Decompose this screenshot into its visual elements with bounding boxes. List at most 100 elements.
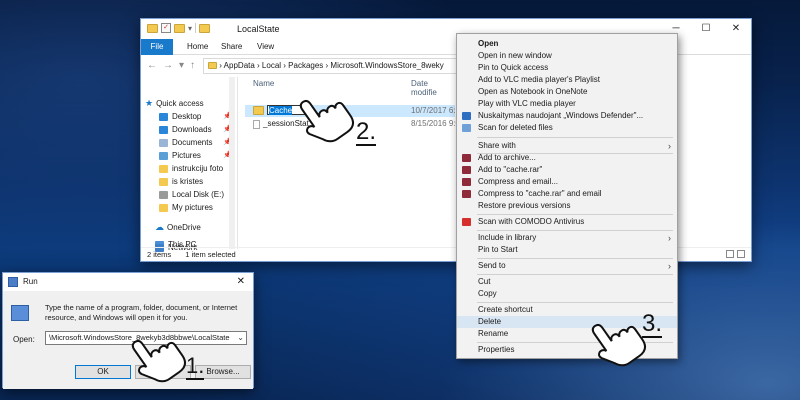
step-number-2: 2. (356, 118, 377, 146)
sidebar-item-downloads[interactable]: Downloads 📌 (159, 123, 232, 136)
navigation-pane: ★ Quick access Desktop 📌 Downloads 📌 Doc… (141, 77, 237, 249)
view-toggle (726, 250, 745, 258)
tab-file[interactable]: File (141, 39, 173, 55)
tab-share[interactable]: Share (213, 39, 250, 55)
column-header-date[interactable]: Date modifie (411, 79, 455, 97)
menu-separator (477, 230, 673, 231)
sidebar-item-local-disk[interactable]: Local Disk (E:) (159, 188, 224, 201)
step-number-3: 3. (642, 310, 663, 338)
menu-item-compress-rar-email[interactable]: Compress to "cache.rar" and email (457, 188, 677, 200)
sidebar-item-quick-access[interactable]: ★ Quick access (145, 97, 204, 110)
document-icon (159, 138, 168, 147)
menu-separator (477, 214, 673, 215)
chevron-right-icon: › (668, 233, 671, 243)
hand-pointer-icon (131, 339, 187, 383)
file-date: 8/15/2016 9:0 (411, 119, 460, 128)
menu-item-add-cache-rar[interactable]: Add to "cache.rar" (457, 164, 677, 176)
open-label: Open: (13, 335, 35, 344)
menu-item-open[interactable]: Open (457, 38, 677, 50)
antivirus-icon (462, 218, 471, 226)
run-title-bar: Run ✕ (3, 273, 253, 291)
address-bar[interactable]: › AppData › Local › Packages › Microsoft… (203, 58, 483, 74)
desktop-icon (159, 112, 168, 121)
menu-item-vlc-playlist[interactable]: Add to VLC media player's Playlist (457, 74, 677, 86)
navigation-arrows[interactable]: ←→▾↑ (147, 60, 201, 71)
winrar-icon (462, 166, 471, 174)
details-view-icon[interactable] (726, 250, 734, 258)
run-program-icon (11, 305, 29, 321)
menu-separator (477, 302, 673, 303)
menu-item-comodo-scan[interactable]: Scan with COMODO Antivirus (457, 216, 677, 228)
menu-separator (477, 258, 673, 259)
ok-button[interactable]: OK (75, 365, 131, 379)
close-icon[interactable]: ✕ (721, 19, 751, 39)
menu-separator (477, 274, 673, 275)
menu-item-pin-quick-access[interactable]: Pin to Quick access (457, 62, 677, 74)
qat-dropdown-icon[interactable]: ▾ (188, 24, 192, 33)
menu-item-add-archive[interactable]: Add to archive... (457, 152, 677, 164)
folder-icon (159, 203, 168, 212)
folder-icon (253, 105, 264, 115)
menu-item-include-library[interactable]: Include in library › (457, 232, 677, 244)
menu-item-scan-deleted[interactable]: Scan for deleted files (457, 122, 677, 134)
menu-item-compress-email[interactable]: Compress and email... (457, 176, 677, 188)
menu-separator (477, 137, 673, 138)
address-path: › AppData › Local › Packages › Microsoft… (219, 61, 444, 70)
sidebar-item-instrukciju-foto[interactable]: instrukciju foto (159, 162, 223, 175)
menu-item-onenote[interactable]: Open as Notebook in OneNote (457, 86, 677, 98)
folder-icon (147, 23, 158, 33)
close-icon[interactable]: ✕ (237, 273, 245, 291)
chevron-right-icon: › (668, 261, 671, 271)
hand-pointer-icon (299, 99, 355, 143)
divider (195, 23, 197, 33)
sidebar-item-is-kristes[interactable]: is kristes (159, 175, 203, 188)
run-icon (8, 277, 18, 287)
maximize-icon[interactable]: ☐ (691, 19, 721, 39)
menu-item-restore-versions[interactable]: Restore previous versions (457, 200, 677, 212)
menu-item-open-new-window[interactable]: Open in new window (457, 50, 677, 62)
menu-item-send-to[interactable]: Send to › (457, 260, 677, 272)
drive-icon (159, 190, 168, 199)
sidebar-item-desktop[interactable]: Desktop 📌 (159, 110, 232, 123)
run-description: Type the name of a program, folder, docu… (45, 303, 238, 322)
selection-count: 1 item selected (185, 250, 236, 259)
download-icon (159, 125, 168, 134)
sidebar-item-onedrive[interactable]: ☁ OneDrive (155, 221, 201, 234)
winrar-icon (462, 178, 471, 186)
shield-icon (462, 112, 471, 120)
pane-divider[interactable] (237, 77, 238, 249)
large-icons-view-icon[interactable] (737, 250, 745, 258)
run-title: Run (23, 277, 38, 286)
item-count: 2 items (147, 250, 172, 259)
folder-icon (199, 23, 211, 33)
sidebar-scrollbar[interactable] (229, 77, 235, 249)
folder-icon (159, 177, 168, 186)
winrar-icon (462, 190, 471, 198)
menu-item-share-with[interactable]: Share with › (457, 140, 677, 152)
folder-icon (159, 164, 168, 173)
sidebar-item-documents[interactable]: Documents 📌 (159, 136, 232, 149)
star-icon: ★ (145, 98, 154, 108)
chevron-right-icon: › (668, 141, 671, 151)
menu-item-pin-start[interactable]: Pin to Start (457, 244, 677, 256)
chevron-down-icon[interactable]: ⌄ (237, 332, 244, 344)
sidebar-item-pictures[interactable]: Pictures 📌 (159, 149, 232, 162)
file-date: 10/7/2017 6: (411, 106, 456, 115)
new-folder-icon[interactable] (174, 23, 185, 33)
pictures-icon (159, 151, 168, 160)
tab-view[interactable]: View (249, 39, 282, 55)
column-header-name[interactable]: Name (253, 79, 274, 88)
quick-access-toolbar: ✓ ▾ (147, 23, 211, 33)
step-number-1: 1. (186, 353, 205, 380)
window-title: LocalState (237, 24, 280, 34)
cloud-icon: ☁ (155, 222, 164, 232)
menu-item-copy[interactable]: Copy (457, 288, 677, 300)
menu-item-windows-defender[interactable]: Nuskaitymas naudojant „Windows Defender"… (457, 110, 677, 122)
file-icon (253, 119, 260, 129)
menu-item-cut[interactable]: Cut (457, 276, 677, 288)
properties-icon[interactable]: ✓ (161, 23, 171, 33)
menu-item-vlc-play[interactable]: Play with VLC media player (457, 98, 677, 110)
folder-icon (208, 62, 217, 70)
sidebar-item-my-pictures[interactable]: My pictures (159, 201, 213, 214)
tab-home[interactable]: Home (179, 39, 216, 55)
